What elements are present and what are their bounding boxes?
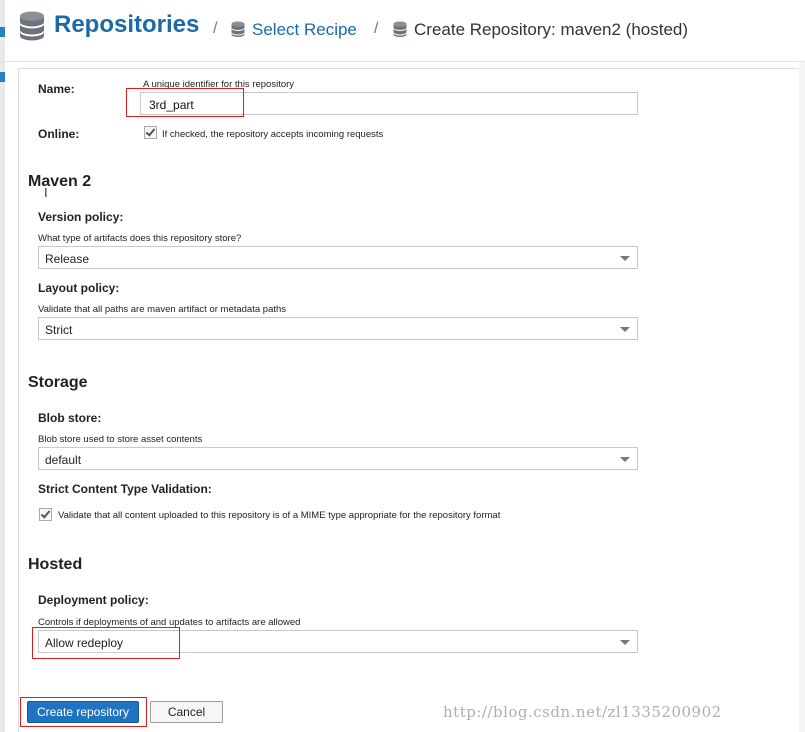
- breadcrumb-select-recipe[interactable]: Select Recipe: [252, 20, 357, 40]
- text-cursor-icon: I: [44, 185, 48, 200]
- scrollbar[interactable]: [799, 62, 805, 732]
- section-title-maven: Maven 2: [28, 173, 92, 190]
- name-label: Name:: [38, 82, 75, 96]
- page-title[interactable]: Repositories: [54, 11, 199, 39]
- strict-validation-text: Validate that all content uploaded to th…: [58, 510, 501, 521]
- cancel-button[interactable]: Cancel: [150, 701, 223, 723]
- database-icon: [20, 11, 44, 41]
- database-icon: [231, 21, 245, 37]
- layout-policy-label: Layout policy:: [38, 281, 120, 295]
- online-checkbox-text: If checked, the repository accepts incom…: [162, 129, 384, 140]
- checkmark-icon: [145, 126, 156, 137]
- watermark: http://blog.csdn.net/zl1335200902: [443, 703, 722, 721]
- caret-down-icon: [620, 327, 630, 332]
- nav-marker: [0, 72, 5, 82]
- name-highlight-box: [126, 88, 244, 117]
- blob-store-value: default: [45, 453, 82, 467]
- caret-down-icon: [620, 256, 630, 261]
- version-policy-value: Release: [45, 252, 90, 266]
- version-policy-label: Version policy:: [38, 210, 124, 224]
- left-nav-edge: [0, 0, 5, 732]
- caret-down-icon: [620, 640, 630, 645]
- online-checkbox[interactable]: [144, 126, 157, 139]
- strict-validation-label: Strict Content Type Validation:: [38, 482, 212, 496]
- deployment-policy-label: Deployment policy:: [38, 593, 149, 607]
- caret-down-icon: [620, 457, 630, 462]
- layout-policy-help: Validate that all paths are maven artifa…: [38, 304, 287, 315]
- blob-store-help: Blob store used to store asset contents: [38, 434, 203, 445]
- blob-store-select[interactable]: default: [38, 447, 638, 470]
- version-policy-help: What type of artifacts does this reposit…: [38, 233, 242, 244]
- breadcrumb-separator: /: [213, 20, 218, 37]
- section-title-storage: Storage: [28, 374, 88, 391]
- breadcrumb-separator: /: [374, 20, 379, 37]
- checkmark-icon: [40, 508, 51, 519]
- layout-policy-value: Strict: [45, 323, 73, 337]
- deployment-highlight-box: [32, 627, 180, 659]
- database-icon: [393, 21, 407, 37]
- online-label: Online:: [38, 127, 80, 141]
- blob-store-label: Blob store:: [38, 411, 102, 425]
- layout-policy-select[interactable]: Strict: [38, 317, 638, 340]
- strict-validation-checkbox[interactable]: [39, 508, 52, 521]
- section-title-hosted: Hosted: [28, 556, 83, 573]
- breadcrumb-header: Repositories / Select Recipe / Create Re…: [5, 0, 805, 62]
- version-policy-select[interactable]: Release: [38, 246, 638, 269]
- create-repository-button[interactable]: Create repository: [27, 701, 139, 723]
- breadcrumb-current: Create Repository: maven2 (hosted): [414, 20, 689, 39]
